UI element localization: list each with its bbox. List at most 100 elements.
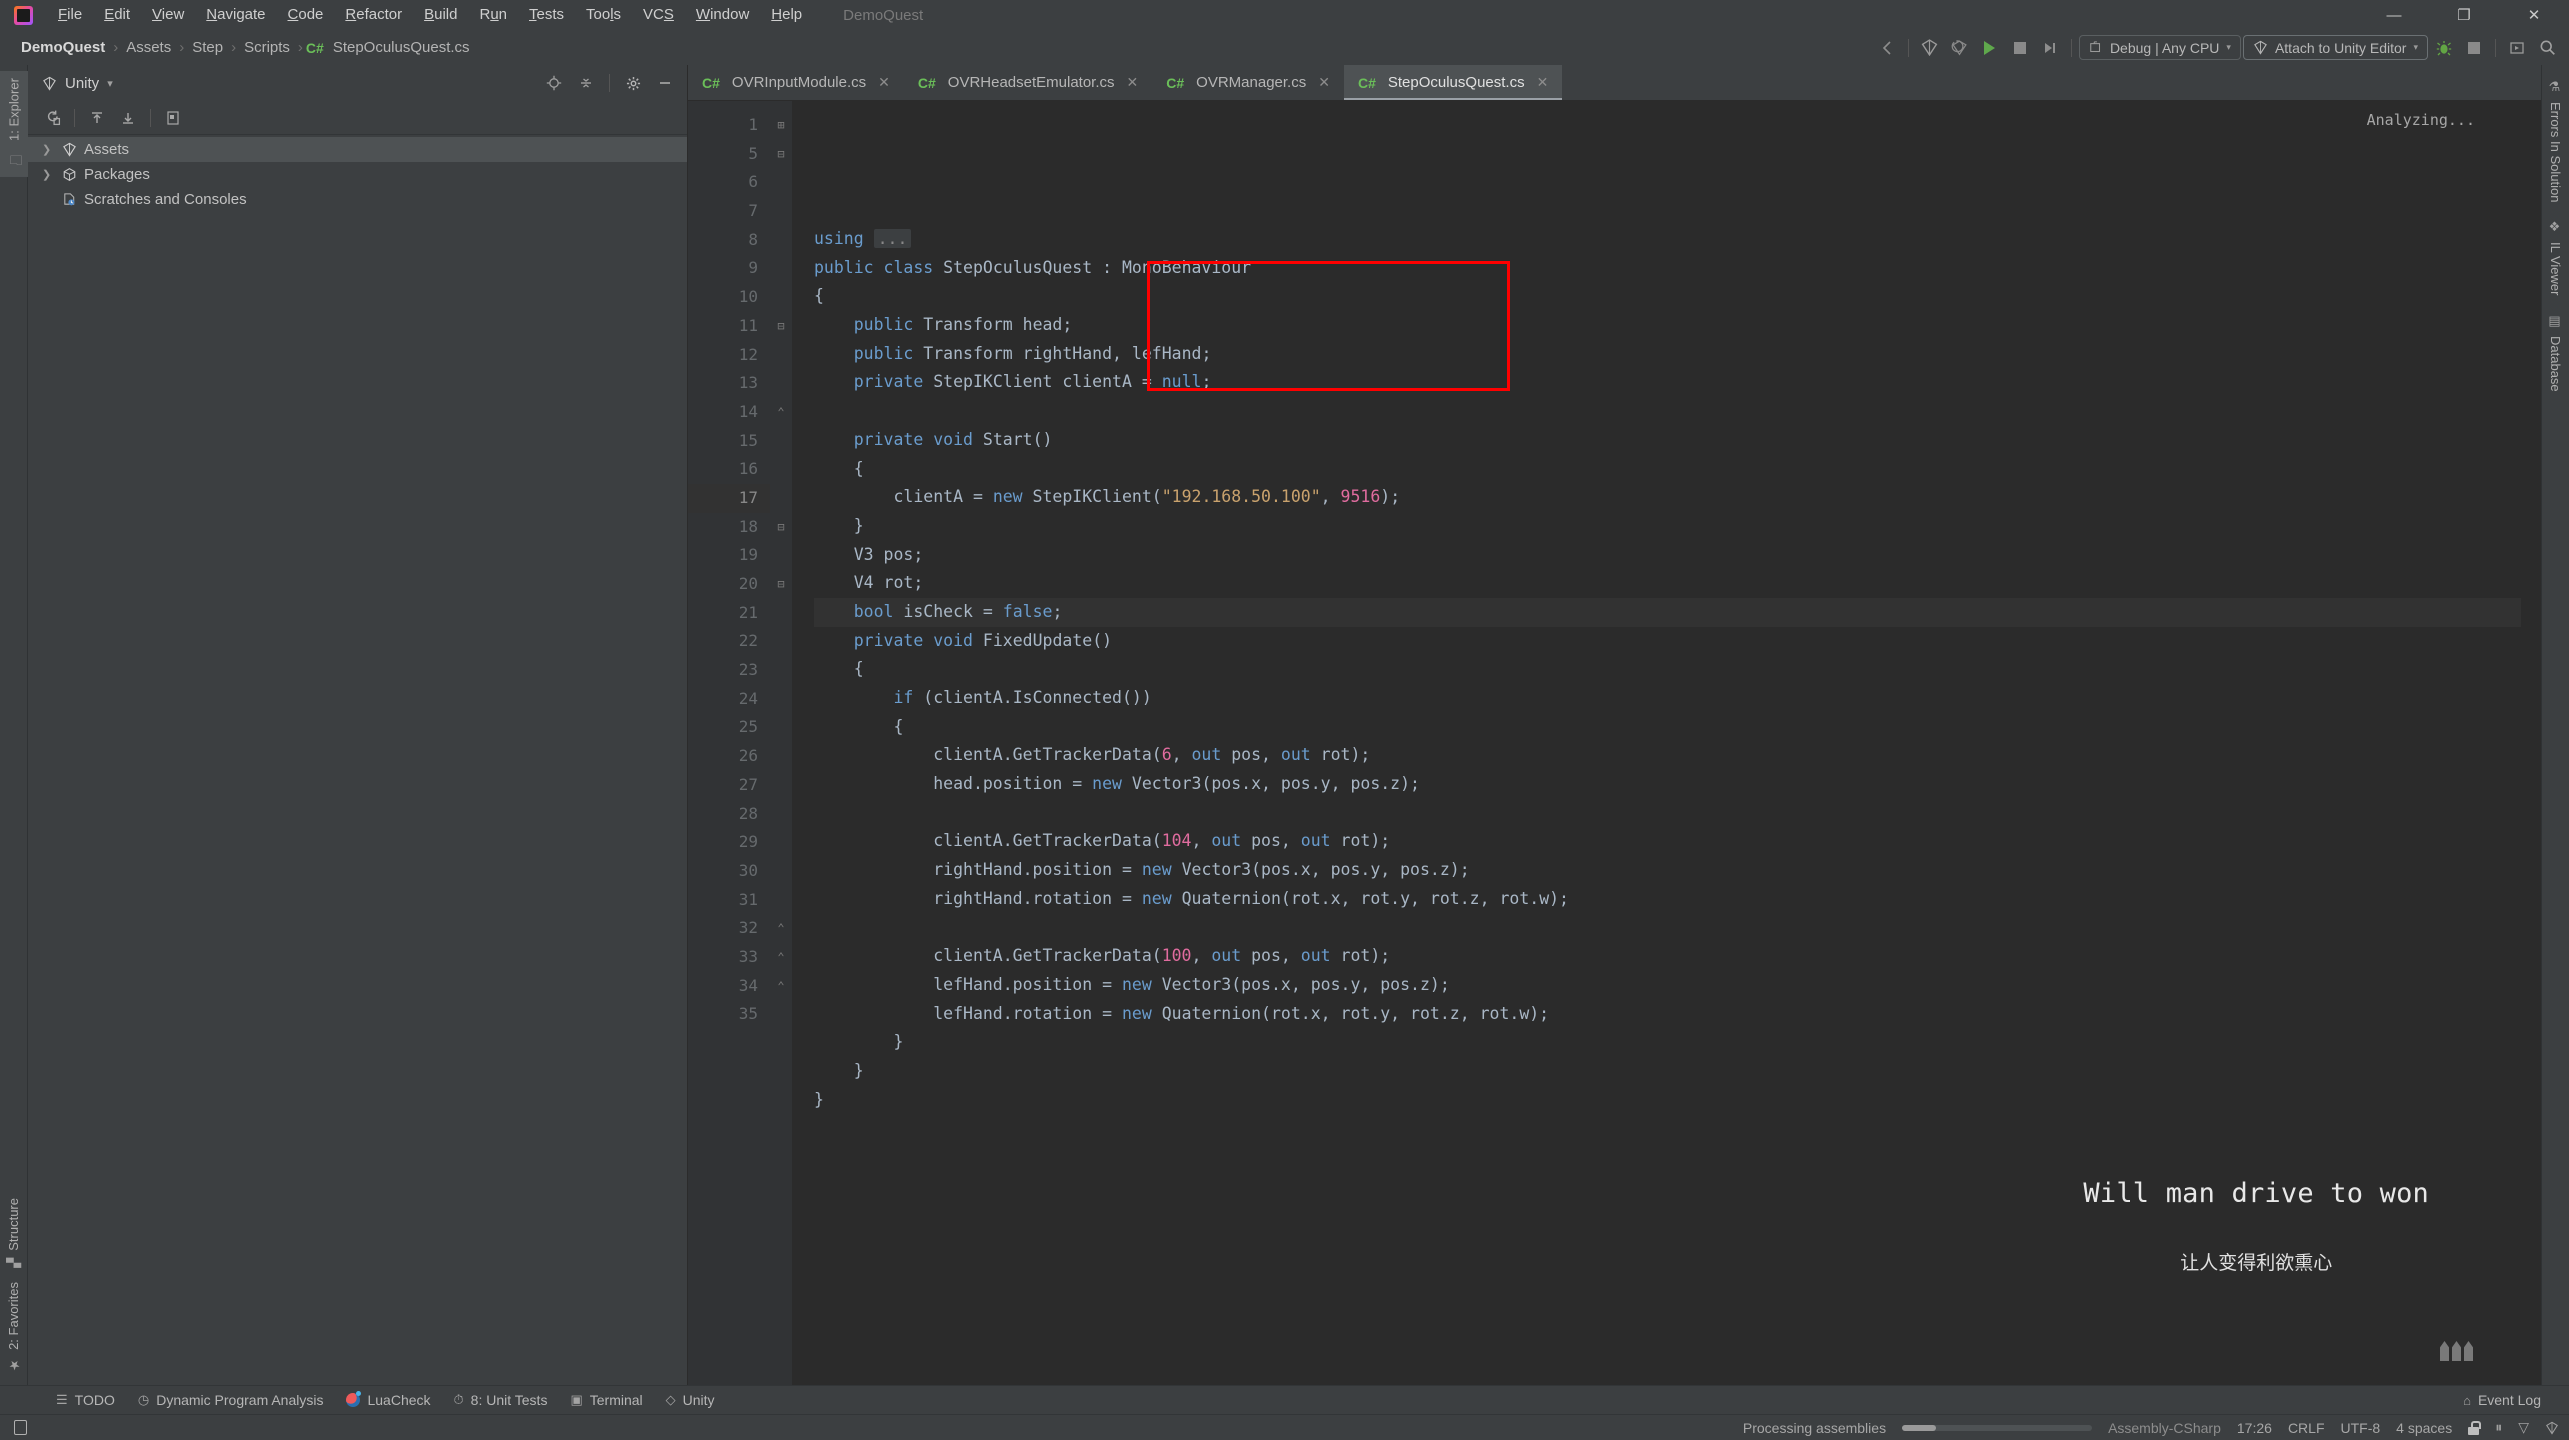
tool-button-dynamic-program-analysis[interactable]: ◷ Dynamic Program Analysis [128, 1389, 334, 1411]
refresh-solution-icon[interactable] [38, 105, 66, 131]
code-line[interactable]: { [814, 282, 2521, 311]
sidebar-item-structure[interactable]: ▞ Structure [3, 1191, 24, 1275]
menu-window[interactable]: Window [685, 3, 760, 27]
fold-marker-icon[interactable]: ⌃ [770, 914, 792, 943]
tree-item-assets[interactable]: ❯ Assets [28, 137, 687, 162]
code-line[interactable]: public Transform head; [814, 311, 2521, 340]
locate-file-icon[interactable] [540, 70, 568, 96]
chevron-right-icon[interactable]: ❯ [42, 168, 55, 181]
code-line[interactable] [814, 914, 2521, 943]
debug-button[interactable] [2430, 35, 2458, 61]
tree-item-packages[interactable]: ❯ Packages [28, 162, 687, 187]
run-configuration-selector[interactable]: Attach to Unity Editor ▾ [2243, 35, 2428, 60]
code-line[interactable] [814, 1114, 2521, 1143]
code-line[interactable]: clientA.GetTrackerData(100, out pos, out… [814, 942, 2521, 971]
code-line[interactable]: clientA = new StepIKClient("192.168.50.1… [814, 483, 2521, 512]
tree-item-scratches[interactable]: ❯ Scratches and Consoles [28, 187, 687, 212]
stop-process-button[interactable] [2460, 35, 2488, 61]
code-folding-gutter[interactable]: ⊞⊟⊟⌃⊟⊟⌃⌃⌃ [770, 101, 792, 1385]
indent-setting[interactable]: 4 spaces [2396, 1420, 2452, 1436]
menu-tests[interactable]: Tests [518, 3, 575, 27]
close-tab-icon[interactable]: ✕ [878, 74, 890, 91]
fold-marker-icon[interactable]: ⊟ [770, 570, 792, 599]
fold-marker-icon[interactable]: ⌃ [770, 972, 792, 1001]
breadcrumb-item-scripts[interactable]: Scripts [239, 37, 295, 58]
sidebar-item-errors-in-solution[interactable]: ⚗ Errors In Solution [2545, 73, 2566, 209]
breadcrumb-item-file[interactable]: StepOculusQuest.cs [328, 37, 475, 58]
code-line[interactable]: private StepIKClient clientA = null; [814, 368, 2521, 397]
menu-tools[interactable]: Tools [575, 3, 632, 27]
close-button[interactable]: ✕ [2499, 0, 2569, 30]
line-separator[interactable]: CRLF [2288, 1420, 2325, 1436]
collapse-tree-icon[interactable] [114, 105, 142, 131]
unity-status-icon[interactable] [2545, 1420, 2559, 1436]
code-line[interactable]: lefHand.position = new Vector3(pos.x, po… [814, 971, 2521, 1000]
breadcrumb-item-step[interactable]: Step [187, 37, 228, 58]
close-tab-icon[interactable]: ✕ [1318, 74, 1330, 91]
code-line[interactable]: { [814, 455, 2521, 484]
menu-view[interactable]: View [141, 3, 195, 27]
run-button[interactable] [1976, 35, 2004, 61]
back-navigation-icon[interactable] [1873, 35, 1901, 61]
unity-play-icon[interactable] [2503, 35, 2531, 61]
code-line[interactable]: if (clientA.IsConnected()) [814, 684, 2521, 713]
fold-marker-icon[interactable]: ⊟ [770, 513, 792, 542]
sidebar-item-explorer[interactable]: 🗀 1: Explorer [0, 71, 28, 177]
stop-button[interactable] [2006, 35, 2034, 61]
code-line[interactable]: } [814, 1028, 2521, 1057]
code-line[interactable]: { [814, 713, 2521, 742]
tool-button-terminal[interactable]: ▣ Terminal [560, 1389, 652, 1411]
sidebar-item-il-viewer[interactable]: ❖ IL Viewer [2545, 213, 2566, 302]
collapse-all-icon[interactable] [572, 70, 600, 96]
unity-refresh-icon[interactable] [1916, 35, 1944, 61]
pause-icon[interactable]: ⏸ [2495, 1419, 2502, 1436]
tool-button-todo[interactable]: ☰ TODO [46, 1389, 125, 1411]
tab-stepoculusquest[interactable]: C# StepOculusQuest.cs ✕ [1344, 65, 1562, 100]
gear-icon[interactable] [619, 70, 647, 96]
menu-run[interactable]: Run [468, 3, 518, 27]
build-configuration-selector[interactable]: Debug | Any CPU ▾ [2079, 35, 2241, 60]
code-line[interactable]: rightHand.rotation = new Quaternion(rot.… [814, 885, 2521, 914]
tab-ovrheadsetemulator[interactable]: C# OVRHeadsetEmulator.cs ✕ [904, 65, 1152, 100]
code-line[interactable] [814, 799, 2521, 828]
menu-navigate[interactable]: Navigate [195, 3, 276, 27]
explorer-title[interactable]: Unity ▾ [42, 75, 113, 92]
fold-marker-icon[interactable]: ⊟ [770, 312, 792, 341]
code-line[interactable]: public class StepOculusQuest : MonoBehav… [814, 254, 2521, 283]
close-tab-icon[interactable]: ✕ [1537, 74, 1549, 91]
lock-icon[interactable] [2468, 1421, 2479, 1435]
fold-marker-icon[interactable]: ⊟ [770, 140, 792, 169]
code-line[interactable]: public Transform rightHand, lefHand; [814, 340, 2521, 369]
step-over-button[interactable] [2036, 35, 2064, 61]
tab-ovrmanager[interactable]: C# OVRManager.cs ✕ [1152, 65, 1344, 100]
maximize-button[interactable]: ❐ [2429, 0, 2499, 30]
sidebar-item-database[interactable]: ▤ Database [2545, 307, 2566, 399]
code-line[interactable]: } [814, 1086, 2521, 1115]
breadcrumb-item-project[interactable]: DemoQuest [16, 37, 110, 58]
breadcrumb-item-assets[interactable]: Assets [121, 37, 176, 58]
menu-edit[interactable]: Edit [93, 3, 141, 27]
filter-icon[interactable]: ▽ [2518, 1419, 2529, 1436]
file-encoding[interactable]: UTF-8 [2341, 1420, 2381, 1436]
code-line[interactable]: V3 pos; [814, 541, 2521, 570]
hide-panel-icon[interactable] [651, 70, 679, 96]
code-line[interactable] [814, 397, 2521, 426]
code-line[interactable]: { [814, 655, 2521, 684]
sidebar-item-favorites[interactable]: ★ 2: Favorites [3, 1275, 24, 1379]
expand-tree-icon[interactable] [83, 105, 111, 131]
minimize-button[interactable]: — [2359, 0, 2429, 30]
code-line[interactable]: lefHand.rotation = new Quaternion(rot.x,… [814, 1000, 2521, 1029]
tool-button-unity[interactable]: ◇ Unity [656, 1389, 725, 1411]
menu-build[interactable]: Build [413, 3, 468, 27]
caret-position[interactable]: 17:26 [2237, 1420, 2272, 1436]
unity-reload-icon[interactable] [1946, 35, 1974, 61]
search-everywhere-icon[interactable] [2533, 35, 2561, 61]
menu-file[interactable]: File [47, 3, 93, 27]
code-line[interactable]: using ... [814, 225, 2521, 254]
code-line[interactable]: private void Start() [814, 426, 2521, 455]
document-icon[interactable] [14, 1420, 27, 1435]
source-code[interactable]: Analyzing... Will man drive to won 让人变得利… [792, 101, 2521, 1385]
chevron-right-icon[interactable]: ❯ [42, 143, 55, 156]
code-line[interactable]: } [814, 1057, 2521, 1086]
menu-help[interactable]: Help [760, 3, 813, 27]
